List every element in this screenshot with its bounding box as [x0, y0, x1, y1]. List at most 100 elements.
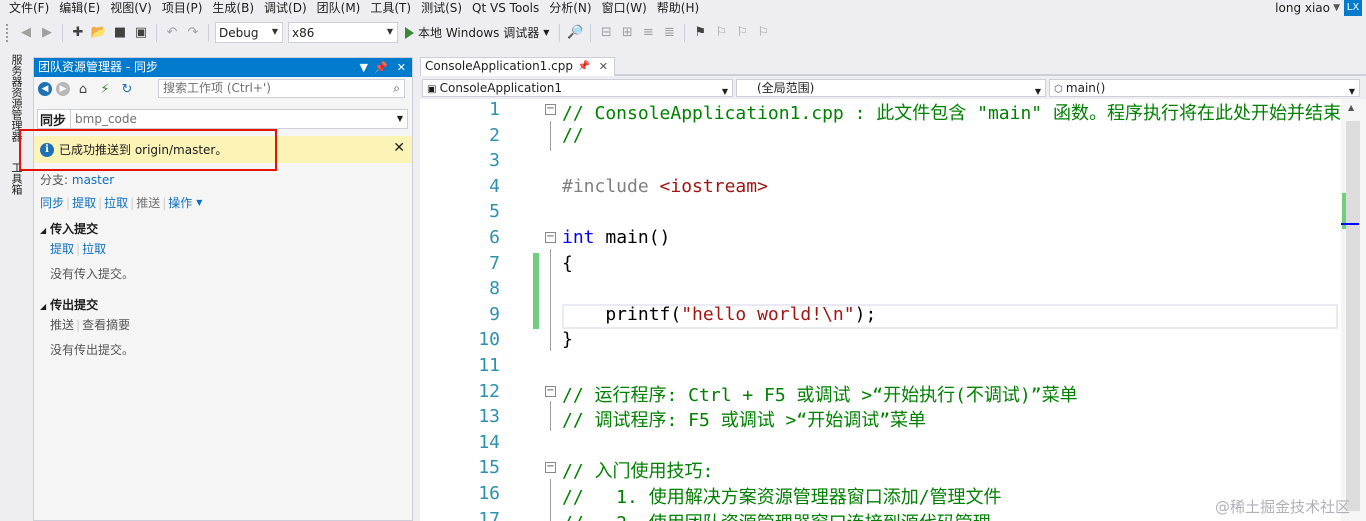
menu-item[interactable]: 测试(S) [416, 0, 467, 17]
code-line[interactable]: 6 − int main() [420, 227, 1366, 253]
member-select[interactable]: ⬡ main() ▼ [1049, 79, 1360, 97]
open-file-icon[interactable]: 📂 [90, 24, 108, 42]
scrollbar-thumb[interactable] [1346, 121, 1360, 511]
new-project-icon[interactable]: ✚ [69, 24, 87, 42]
connect-icon[interactable]: ⚡ [96, 80, 114, 98]
sync-link[interactable]: 同步 [40, 194, 64, 211]
find-icon[interactable]: 🔎 [566, 24, 584, 42]
back-icon[interactable]: ◀ [17, 24, 35, 42]
incoming-commits-header[interactable]: ◢ 传入提交 [40, 220, 134, 237]
collapse-icon[interactable]: − [545, 385, 556, 397]
toolbar-separator [559, 23, 561, 42]
forward-icon[interactable]: ▶ [56, 82, 70, 96]
save-all-icon[interactable]: ▣ [132, 24, 150, 42]
pull-link[interactable]: 拉取 [104, 194, 128, 211]
code-token: // 入门使用技巧: [562, 461, 714, 483]
close-icon[interactable]: ✕ [393, 140, 405, 156]
solution-config-select[interactable]: Debug ▼ [215, 22, 283, 43]
menu-item[interactable]: 文件(F) [0, 0, 54, 17]
home-icon[interactable]: ⌂ [74, 80, 92, 98]
window-position-icon[interactable]: ▼ [360, 58, 368, 77]
menu-item[interactable]: 调试(D) [259, 0, 312, 17]
refresh-icon[interactable]: ↻ [118, 80, 136, 98]
menu-item[interactable]: 项目(P) [157, 0, 208, 17]
code-token: <iostream> [659, 175, 768, 197]
prev-bookmark-icon[interactable]: ⚐ [712, 24, 730, 42]
toolbar-grip[interactable] [6, 23, 10, 42]
scroll-up-icon[interactable]: ▲ [1348, 103, 1354, 112]
code-line[interactable]: 14 [420, 432, 1366, 458]
collapse-icon[interactable]: − [545, 232, 556, 243]
code-line[interactable]: 13 // 调试程序: F5 或调试 >“开始调试”菜单 [420, 406, 1366, 432]
user-avatar[interactable]: LX [1344, 0, 1362, 16]
forward-icon[interactable]: ▶ [38, 24, 56, 42]
menu-item[interactable]: 帮助(H) [652, 0, 704, 17]
repo-name: bmp_code [75, 112, 137, 126]
redo-icon[interactable]: ↷ [184, 24, 202, 42]
incoming-pull-link[interactable]: 拉取 [82, 242, 106, 256]
next-bookmark-icon[interactable]: ⚐ [733, 24, 751, 42]
close-icon[interactable]: ✕ [397, 58, 406, 77]
menu-item[interactable]: 分析(N) [544, 0, 596, 17]
code-line[interactable]: 15 −// 入门使用技巧: [420, 457, 1366, 483]
incoming-fetch-link[interactable]: 提取 [50, 242, 74, 256]
code-line[interactable]: 12 −// 运行程序: Ctrl + F5 或调试 >“开始执行(不调试)”菜单 [420, 381, 1366, 407]
outdent-icon[interactable]: ≣ [660, 24, 678, 42]
code-token: // 2. 使用团队资源管理器窗口连接到源代码管理 [562, 513, 991, 521]
code-line[interactable]: 1 −// ConsoleApplication1.cpp : 此文件包含 "ma… [420, 99, 1366, 125]
close-icon[interactable]: ✕ [599, 58, 608, 75]
format-icon[interactable]: ⊞ [618, 24, 636, 42]
menu-item[interactable]: 生成(B) [207, 0, 259, 17]
bookmark-icon[interactable]: ⚑ [691, 24, 709, 42]
chevron-down-icon[interactable]: ▼ [543, 28, 549, 37]
fetch-link[interactable]: 提取 [72, 194, 96, 211]
code-line[interactable]: 4 #include <iostream> [420, 176, 1366, 202]
code-line[interactable]: 5 [420, 201, 1366, 227]
toolbox-tab[interactable]: 工具箱 [8, 162, 24, 195]
project-select[interactable]: ▣ ConsoleApplication1 ▼ [422, 79, 733, 97]
menu-item[interactable]: 工具(T) [365, 0, 416, 17]
menu-item[interactable]: 团队(M) [312, 0, 366, 17]
code-line[interactable]: 3 [420, 150, 1366, 176]
align-icon[interactable]: ⊟ [597, 24, 615, 42]
code-token: // 运行程序: Ctrl + F5 或调试 >“开始执行(不调试)”菜单 [562, 384, 1078, 406]
menu-item[interactable]: 编辑(E) [54, 0, 105, 17]
pin-icon[interactable]: 📌 [374, 58, 388, 77]
collapse-icon[interactable]: − [545, 462, 556, 474]
line-number: 2 [489, 124, 500, 146]
code-editor[interactable]: 1−// ConsoleApplication1.cpp : 此文件包含 "ma… [420, 99, 1366, 521]
undo-icon[interactable]: ↶ [163, 24, 181, 42]
platform-select[interactable]: x86 ▼ [288, 22, 398, 43]
user-name[interactable]: long xiao [1275, 0, 1330, 17]
indent-icon[interactable]: ≡ [639, 24, 657, 42]
branch-link[interactable]: master [72, 173, 114, 187]
work-item-search-input[interactable]: 搜索工作项 (Ctrl+') ⌕ [158, 79, 405, 98]
code-line[interactable]: 8 [420, 278, 1366, 304]
menu-item[interactable]: 视图(V) [105, 0, 157, 17]
user-dropdown-icon[interactable]: ▼ [1333, 0, 1340, 17]
page-selector[interactable]: 同步 bmp_code ▼ [37, 109, 408, 129]
pin-icon[interactable]: 📌 [578, 58, 590, 75]
actions-dropdown[interactable]: 操作 [168, 194, 192, 211]
code-line[interactable]: 9 printf("hello world!\n"); [420, 304, 1366, 330]
vertical-scrollbar[interactable]: ▲ [1341, 99, 1366, 521]
code-line[interactable]: 10} [420, 329, 1366, 355]
code-line[interactable]: 2 // [420, 125, 1366, 151]
menu-item[interactable]: 窗口(W) [597, 0, 652, 17]
code-line[interactable]: 11 [420, 355, 1366, 381]
chevron-down-icon[interactable]: ▼ [196, 198, 202, 207]
outgoing-commits-header[interactable]: ◢ 传出提交 [40, 296, 134, 313]
start-debugging-button[interactable]: 本地 Windows 调试器 ▼ [401, 24, 553, 41]
menu-item[interactable]: Qt VS Tools [467, 0, 544, 17]
search-icon[interactable]: ⌕ [393, 80, 400, 97]
scope-select[interactable]: (全局范围) ▼ [736, 79, 1046, 97]
save-icon[interactable]: ■ [111, 24, 129, 42]
server-explorer-tab[interactable]: 服务器资源管理器 [8, 54, 24, 142]
back-icon[interactable]: ◀ [38, 82, 52, 96]
code-line[interactable]: 7{ [420, 253, 1366, 279]
clear-bookmarks-icon[interactable]: ⚐ [754, 24, 772, 42]
tab-consoleapplication1-cpp[interactable]: ConsoleApplication1.cpp 📌 ✕ [420, 57, 615, 76]
collapse-icon[interactable]: − [545, 104, 556, 115]
chevron-down-icon: ▼ [1034, 87, 1041, 96]
tab-label: ConsoleApplication1.cpp [425, 59, 573, 73]
